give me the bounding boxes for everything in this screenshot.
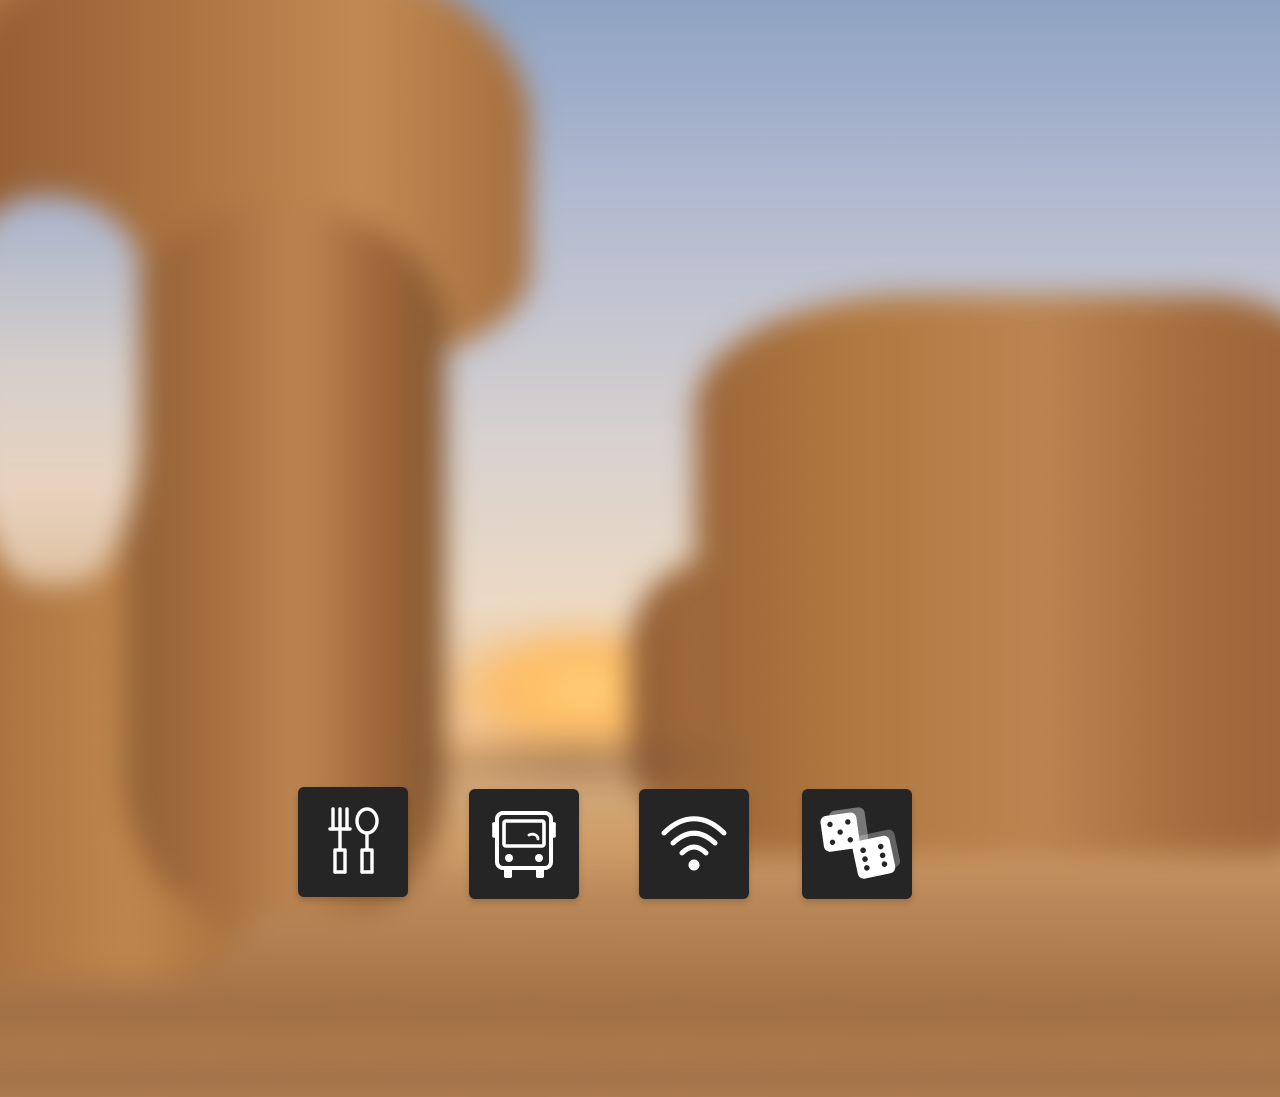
bus-icon xyxy=(480,800,568,888)
transport-tile[interactable] xyxy=(469,789,579,899)
background-blur-layer xyxy=(0,0,1280,1097)
background-scene xyxy=(0,0,1280,1097)
dice-icon-svg xyxy=(820,807,901,879)
wifi-icon-svg xyxy=(661,816,727,871)
horizon-shadow xyxy=(390,730,760,790)
fork-spoon-icon xyxy=(309,798,397,886)
bus-icon-svg xyxy=(492,811,556,878)
fork-spoon-icon-svg xyxy=(328,807,379,874)
dining-tile[interactable] xyxy=(298,787,408,897)
rock-arch-opening xyxy=(0,195,140,585)
wifi-icon xyxy=(650,800,738,888)
right-cliff xyxy=(695,295,1280,855)
games-tile[interactable] xyxy=(802,789,912,899)
wifi-tile[interactable] xyxy=(639,789,749,899)
dice-icon xyxy=(813,800,901,888)
